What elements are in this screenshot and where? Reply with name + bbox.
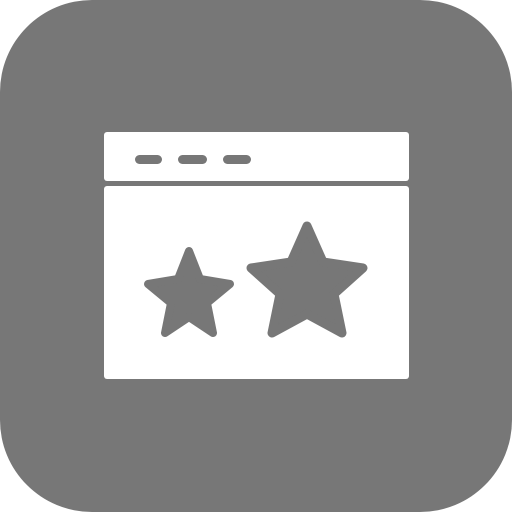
window-control-dash (135, 155, 162, 164)
app-icon-tile (0, 0, 512, 512)
window-control-dash (178, 155, 207, 164)
window-control-dash (223, 155, 251, 164)
browser-stars-icon (0, 0, 512, 512)
